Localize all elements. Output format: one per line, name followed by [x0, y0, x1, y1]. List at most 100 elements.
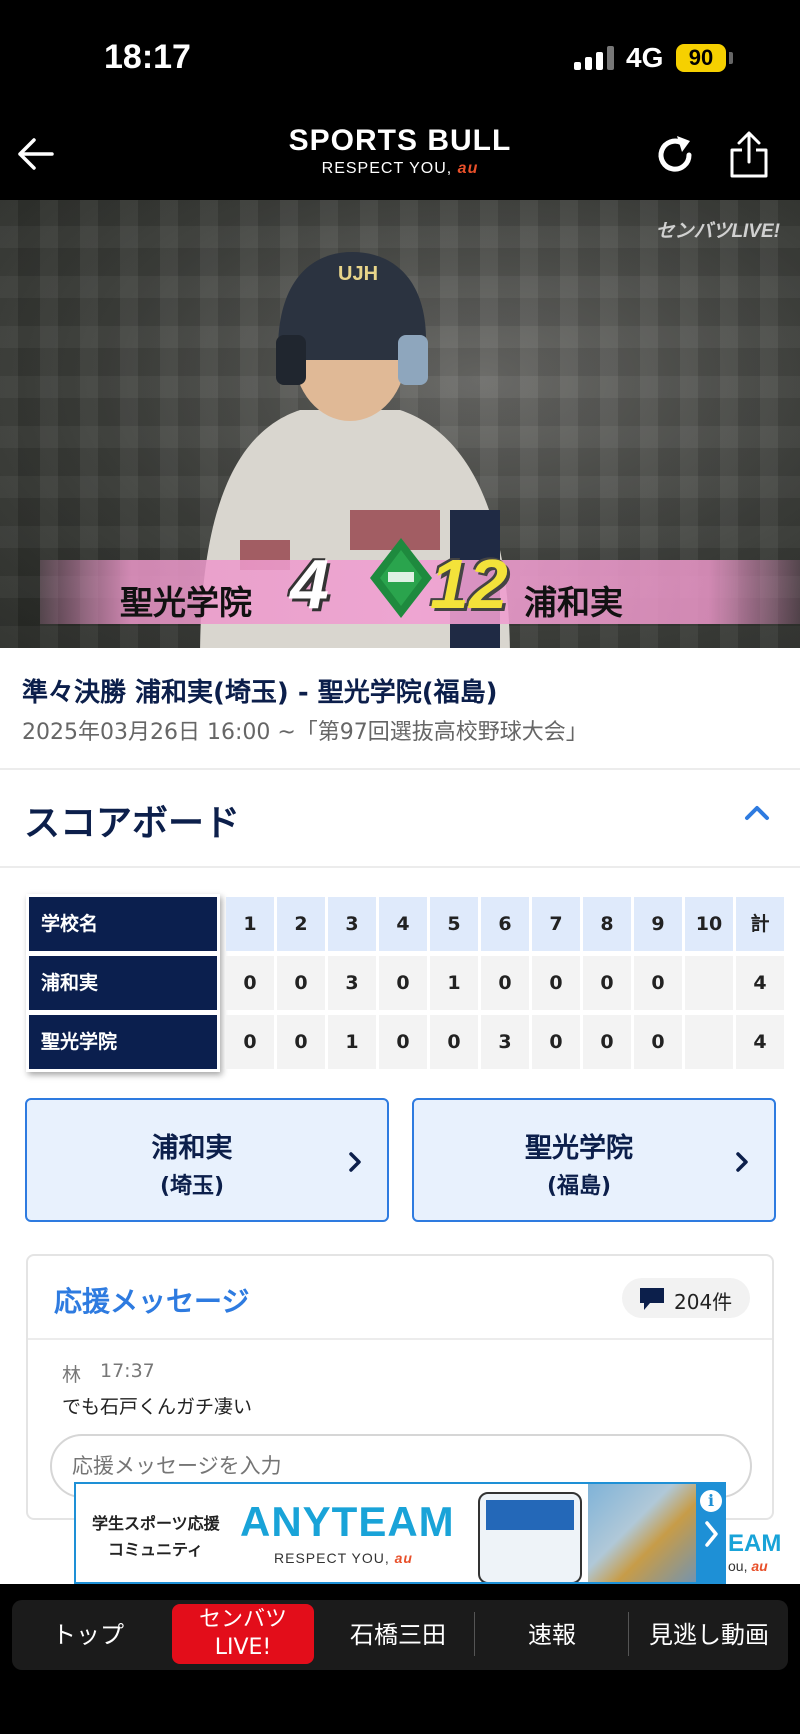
inning-score: 1 — [328, 1015, 376, 1069]
row-team-name: 浦和実 — [29, 956, 217, 1010]
ad-line2: コミュニティ — [108, 1540, 204, 1559]
team-button-prefecture: (埼玉) — [159, 1174, 225, 1199]
app-header: SPORTS BULL RESPECT YOU, au — [0, 110, 800, 200]
chevron-right-icon — [705, 1521, 718, 1547]
scoreboard-header[interactable]: スコアボード — [0, 770, 800, 868]
game-subtitle: 2025年03月26日 16:00 ~「第97回選抜高校野球大会」 — [22, 720, 588, 745]
inning-header: 3 — [328, 897, 376, 951]
inning-header: 10 — [685, 897, 733, 951]
nav-top[interactable]: トップ — [28, 1600, 148, 1670]
au-logo: au — [457, 160, 479, 177]
inning-score: 0 — [532, 956, 580, 1010]
chevron-right-icon — [349, 1152, 361, 1172]
inning-score: 4 — [736, 956, 784, 1010]
overlay-team-right: 浦和実 — [524, 583, 623, 622]
inning-score: 0 — [379, 1015, 427, 1069]
reload-icon[interactable] — [652, 132, 698, 178]
support-messages-title: 応援メッセージ — [54, 1285, 250, 1318]
status-time: 18:17 — [104, 38, 191, 76]
inning-score — [685, 1015, 733, 1069]
inning-score: 0 — [532, 1015, 580, 1069]
ad-tagline: RESPECT YOU, au — [274, 1550, 413, 1566]
inning-header: 2 — [277, 897, 325, 951]
comment-icon — [640, 1288, 664, 1310]
inning-score: 0 — [226, 956, 274, 1010]
inning-header: 5 — [430, 897, 478, 951]
nav-live-line2: LIVE! — [214, 1635, 272, 1660]
scoreboard-title: スコアボード — [24, 803, 241, 844]
inning-score: 0 — [379, 956, 427, 1010]
inning-score: 0 — [634, 1015, 682, 1069]
message-author: 林 — [62, 1364, 82, 1386]
nav-ishibashi-sanda[interactable]: 石橋三田 — [330, 1600, 466, 1670]
ad-line1: 学生スポーツ応援 — [92, 1514, 220, 1533]
message-count: 204件 — [674, 1290, 733, 1314]
team-name-column: 学校名 浦和実 聖光学院 — [26, 894, 220, 1072]
inning-score: 1 — [430, 956, 478, 1010]
inning-header: 1 — [226, 897, 274, 951]
game-info: 準々決勝 浦和実(埼玉) - 聖光学院(福島) 2025年03月26日 16:0… — [0, 648, 800, 770]
inning-score: 0 — [634, 956, 682, 1010]
inning-score: 0 — [583, 1015, 631, 1069]
support-messages-card: 応援メッセージ 204件 林 17:37 でも石戸くんガチ凄い — [26, 1254, 774, 1520]
nav-sokuho[interactable]: 速報 — [484, 1600, 620, 1670]
chevron-right-icon — [736, 1152, 748, 1172]
row-team-name: 聖光学院 — [29, 1015, 217, 1069]
inning-header: 8 — [583, 897, 631, 951]
team-button-name: 聖光学院 — [525, 1133, 633, 1164]
school-name-header: 学校名 — [29, 897, 217, 951]
nav-live-line1: センバツ — [198, 1607, 287, 1632]
network-type: 4G — [626, 42, 664, 73]
inning-score: 0 — [481, 956, 529, 1010]
inning-header: 計 — [736, 897, 784, 951]
svg-text:UJH: UJH — [338, 263, 378, 285]
inning-score — [685, 956, 733, 1010]
inning-header: 9 — [634, 897, 682, 951]
share-icon[interactable] — [726, 130, 772, 180]
inning-score: 3 — [328, 956, 376, 1010]
inning-score: 0 — [583, 956, 631, 1010]
team-button-name: 浦和実 — [151, 1133, 233, 1164]
ad-banner[interactable]: 学生スポーツ応援 コミュニティ ANYTEAM RESPECT YOU, au … — [74, 1482, 726, 1584]
team-button-prefecture: (福島) — [546, 1174, 612, 1199]
ad-brand: ANYTEAM — [240, 1498, 455, 1545]
signal-icon — [574, 46, 614, 70]
game-title: 準々決勝 浦和実(埼玉) - 聖光学院(福島) — [22, 678, 498, 708]
battery-icon: 90 — [676, 44, 726, 72]
live-video-player[interactable]: センバツLIVE! UJH 聖光学院 4 12 浦和実 — [0, 200, 800, 648]
chevron-up-icon[interactable] — [742, 798, 772, 828]
au-logo: au — [394, 1550, 413, 1566]
nav-senbatsu-live[interactable]: センバツ LIVE! — [172, 1604, 314, 1664]
inning-score: 3 — [481, 1015, 529, 1069]
inning-score: 0 — [277, 1015, 325, 1069]
inning-header: 6 — [481, 897, 529, 951]
ad-info-icon[interactable]: i — [698, 1488, 724, 1514]
message-count-badge[interactable]: 204件 — [622, 1278, 750, 1318]
nav-divider — [628, 1612, 629, 1656]
status-bar: 18:17 4G 90 — [0, 0, 800, 110]
inning-score: 4 — [736, 1015, 784, 1069]
inning-header: 4 — [379, 897, 427, 951]
overlay-score-left: 4 — [290, 545, 329, 623]
battery-tip — [729, 52, 733, 64]
nav-divider — [474, 1612, 475, 1656]
ad-phone-image — [478, 1492, 582, 1582]
team-button-urawajitsu[interactable]: 浦和実 (埼玉) — [25, 1098, 389, 1222]
overlay-score-right: 12 — [430, 545, 508, 623]
ad-peek-brand: EAM — [728, 1530, 782, 1557]
inning-header: 7 — [532, 897, 580, 951]
message-time: 17:37 — [100, 1360, 155, 1382]
inning-score: 0 — [277, 956, 325, 1010]
sports-emblem-icon — [370, 538, 432, 618]
inning-score: 0 — [226, 1015, 274, 1069]
ad-photo — [588, 1484, 698, 1582]
overlay-team-left: 聖光学院 — [120, 583, 252, 622]
ad-peek-tagline: ou, au — [728, 1558, 768, 1574]
bottom-navigation: トップ センバツ LIVE! 石橋三田 速報 見逃し動画 — [0, 1584, 800, 1734]
message-text: でも石戸くんガチ凄い — [62, 1396, 253, 1418]
inning-score: 0 — [430, 1015, 478, 1069]
team-button-seikogakuin[interactable]: 聖光学院 (福島) — [412, 1098, 776, 1222]
nav-minogashi[interactable]: 見逃し動画 — [636, 1600, 782, 1670]
support-messages-header[interactable]: 応援メッセージ 204件 — [28, 1256, 772, 1340]
video-watermark: センバツLIVE! — [655, 221, 780, 242]
